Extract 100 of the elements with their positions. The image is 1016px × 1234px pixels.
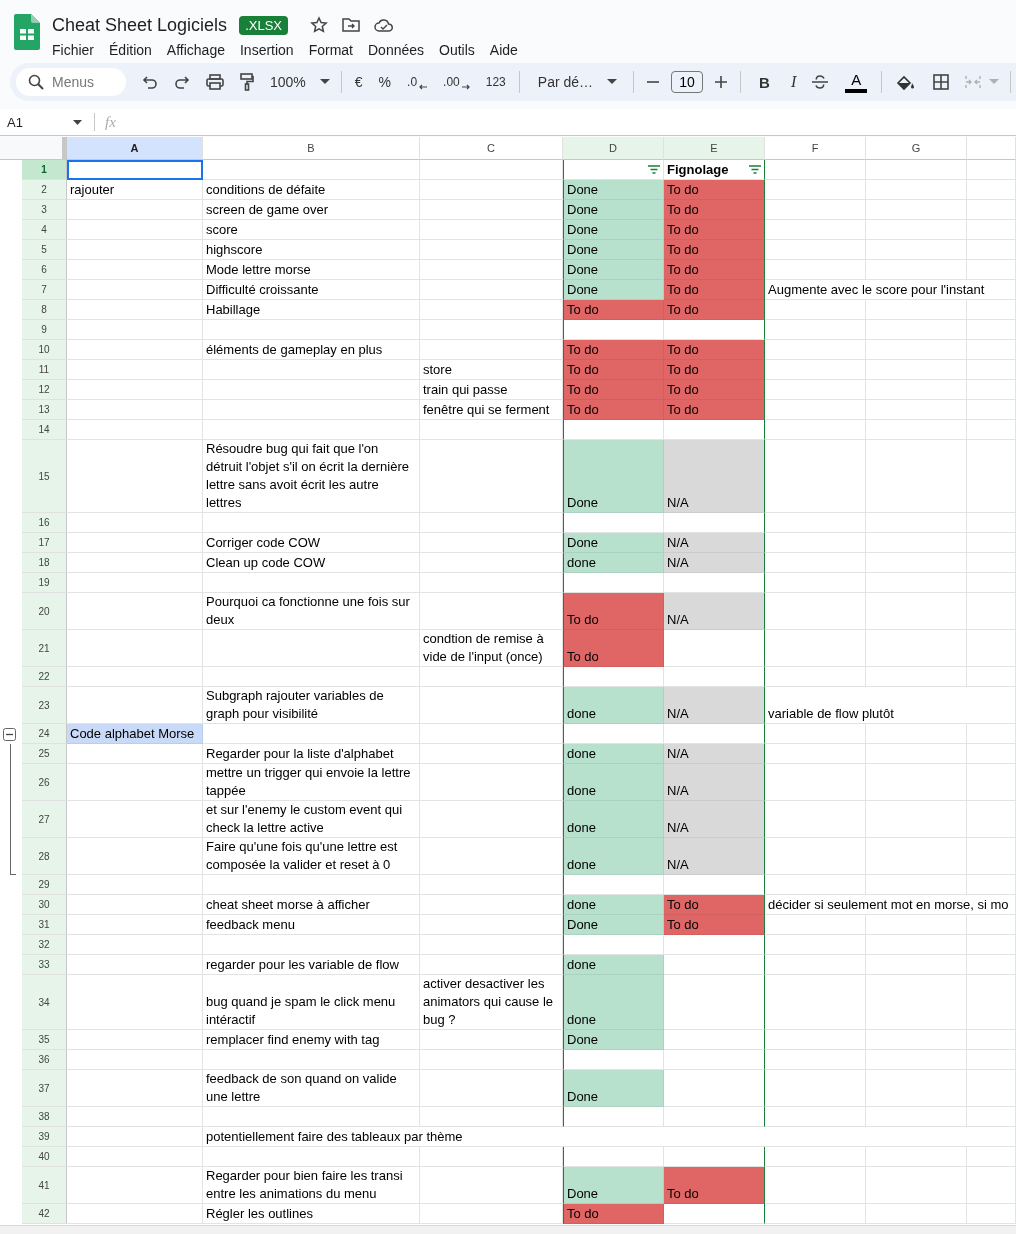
document-title[interactable]: Cheat Sheet Logiciels [52,14,228,36]
filled-cell: done [563,955,664,975]
bold-button[interactable]: B [754,70,775,94]
cloud-check-icon[interactable] [374,17,394,33]
table-cell [967,915,1016,935]
italic-button[interactable]: I [785,70,802,94]
row-header[interactable]: 35 [22,1030,67,1050]
row-header[interactable]: 11 [22,360,67,380]
row-header[interactable]: 3 [22,200,67,220]
row-header[interactable]: 5 [22,240,67,260]
row-header[interactable]: 28 [22,838,67,875]
merge-cells-icon[interactable] [965,75,982,89]
filled-cell: To do [563,340,664,360]
selected-cell[interactable] [67,160,203,180]
row-header[interactable]: 30 [22,895,67,915]
menu-item[interactable]: Aide [489,40,526,59]
currency-button[interactable]: € [349,71,368,93]
row-header[interactable]: 29 [22,875,67,895]
row-header[interactable]: 1 [22,160,67,180]
menu-item[interactable]: Outils [439,40,483,59]
row-header[interactable]: 27 [22,801,67,838]
menu-item[interactable]: Insertion [239,40,302,59]
menu-item[interactable]: Édition [109,40,160,59]
row-header[interactable]: 34 [22,975,67,1030]
table-cell [967,744,1016,764]
paint-roller-icon[interactable] [240,73,254,91]
column-header[interactable]: G [866,137,967,160]
name-box[interactable]: A1 [7,114,73,130]
menu-item[interactable]: Données [368,40,433,59]
decrease-decimals-button[interactable]: .0 [402,71,433,93]
font-size-field[interactable]: 10 [671,71,704,93]
strikethrough-icon[interactable] [812,75,829,89]
plus-icon[interactable] [715,76,728,88]
row-header[interactable]: 9 [22,320,67,340]
filter-icon[interactable] [648,165,660,174]
menu-item[interactable]: Affichage [166,40,233,59]
row-header[interactable]: 12 [22,380,67,400]
row-header[interactable]: 37 [22,1070,67,1107]
row-header[interactable]: 8 [22,300,67,320]
column-header[interactable]: E [664,137,765,160]
row-header[interactable]: 2 [22,180,67,200]
row-header[interactable]: 39 [22,1127,67,1147]
column-header[interactable]: F [765,137,866,160]
row-header[interactable]: 31 [22,915,67,935]
row-header[interactable]: 33 [22,955,67,975]
row-header[interactable]: 32 [22,935,67,955]
table-cell: Regarder pour bien faire les transi entre les animations du menu [203,1167,420,1204]
text-color-button[interactable]: A [840,71,873,93]
zoom-dropdown[interactable]: 100% [265,71,311,93]
row-header[interactable]: 36 [22,1050,67,1070]
row-header[interactable]: 22 [22,667,67,687]
row-header[interactable]: 15 [22,440,67,513]
row-header[interactable]: 42 [22,1204,67,1224]
row-header[interactable]: 7 [22,280,67,300]
menu-item[interactable]: Format [308,40,361,59]
table-cell: conditions de défaite [203,180,420,200]
folder-move-icon[interactable] [342,17,360,33]
row-header[interactable]: 23 [22,687,67,724]
table-cell [967,553,1016,573]
search-field[interactable]: Menus [16,68,126,96]
column-header[interactable]: D [563,137,664,160]
row-header[interactable]: 21 [22,630,67,667]
collapse-group-icon[interactable] [3,728,16,741]
row-header[interactable]: 26 [22,764,67,801]
column-header[interactable]: C [420,137,563,160]
row-header[interactable]: 20 [22,593,67,630]
undo-icon[interactable] [142,75,158,89]
redo-icon[interactable] [174,75,190,89]
row-header[interactable]: 18 [22,553,67,573]
row-header[interactable]: 40 [22,1147,67,1167]
caret-icon[interactable] [319,79,330,85]
column-header[interactable]: B [203,137,420,160]
borders-icon[interactable] [933,74,950,90]
caret-icon[interactable] [607,79,618,85]
number-format-button[interactable]: 123 [480,72,511,92]
filter-icon[interactable] [749,165,761,174]
row-header[interactable]: 24 [22,724,67,744]
row-header[interactable]: 38 [22,1107,67,1127]
menu-item[interactable]: Fichier [52,40,102,59]
row-header[interactable]: 16 [22,513,67,533]
row-header[interactable]: 17 [22,533,67,553]
print-icon[interactable] [206,74,224,90]
row-header[interactable]: 13 [22,400,67,420]
row-header[interactable]: 14 [22,420,67,440]
percent-button[interactable]: % [373,71,397,93]
table-cell [967,400,1016,420]
row-header[interactable]: 10 [22,340,67,360]
star-icon[interactable] [310,16,328,34]
table-cell [967,630,1016,667]
row-header[interactable]: 41 [22,1167,67,1204]
increase-decimals-button[interactable]: .00 [438,71,475,93]
row-header[interactable]: 6 [22,260,67,280]
filled-cell: N/A [664,593,765,630]
row-header[interactable]: 19 [22,573,67,593]
table-cell: Corriger code COW [203,533,420,553]
column-header[interactable]: A [67,137,203,160]
font-dropdown[interactable]: Par dé… [532,71,599,93]
row-header[interactable]: 4 [22,220,67,240]
row-header[interactable]: 25 [22,744,67,764]
caret-icon[interactable] [73,119,82,125]
